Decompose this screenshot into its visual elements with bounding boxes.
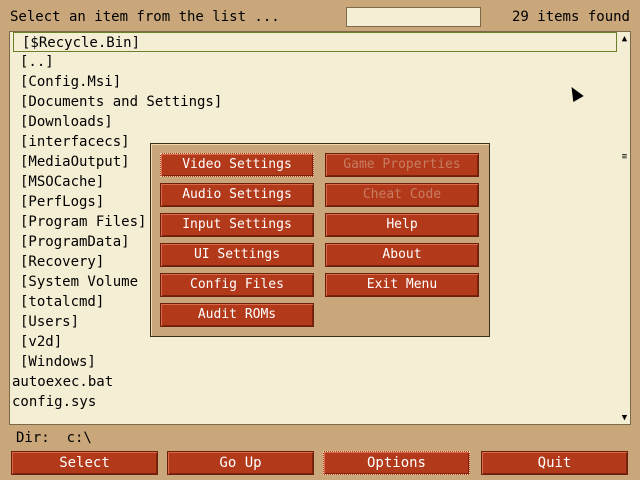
list-item[interactable]: [Users] xyxy=(20,312,79,332)
options-button[interactable]: Options xyxy=(323,451,470,475)
list-item[interactable]: [ProgramData] xyxy=(20,232,130,252)
about-button[interactable]: About xyxy=(325,243,479,267)
dir-path: c:\ xyxy=(66,430,92,446)
list-item[interactable]: [..] xyxy=(20,52,54,72)
config-files-button[interactable]: Config Files xyxy=(160,273,314,297)
select-button[interactable]: Select xyxy=(11,451,158,475)
ui-settings-button[interactable]: UI Settings xyxy=(160,243,314,267)
list-item[interactable]: autoexec.bat xyxy=(12,372,113,392)
current-directory: Dir: c:\ xyxy=(16,430,92,446)
list-item[interactable]: [MediaOutput] xyxy=(20,152,130,172)
list-item[interactable]: [totalcmd] xyxy=(20,292,104,312)
audit-roms-button[interactable]: Audit ROMs xyxy=(160,303,314,327)
video-settings-button[interactable]: Video Settings xyxy=(160,153,314,177)
list-item[interactable]: [Recovery] xyxy=(20,252,104,272)
quit-button[interactable]: Quit xyxy=(481,451,628,475)
list-item[interactable]: [v2d] xyxy=(20,332,62,352)
prompt-text: Select an item from the list ... xyxy=(10,9,280,25)
list-item[interactable]: [interfacecs] xyxy=(20,132,130,152)
list-scrollbar[interactable]: ▲ ≡ ▼ xyxy=(619,31,631,425)
search-input[interactable] xyxy=(346,7,481,27)
dir-label: Dir: xyxy=(16,430,50,446)
list-item[interactable]: config.sys xyxy=(12,392,96,412)
list-item[interactable]: [PerfLogs] xyxy=(20,192,104,212)
scroll-down-arrow-icon[interactable]: ▼ xyxy=(619,413,630,423)
header-bar: Select an item from the list ... 29 item… xyxy=(0,0,640,32)
list-item[interactable]: [Config.Msi] xyxy=(20,72,121,92)
list-item[interactable]: [Program Files] xyxy=(20,212,146,232)
list-item[interactable]: [$Recycle.Bin] xyxy=(13,32,617,52)
input-settings-button[interactable]: Input Settings xyxy=(160,213,314,237)
go-up-button[interactable]: Go Up xyxy=(167,451,314,475)
game-properties-button[interactable]: Game Properties xyxy=(325,153,479,177)
audio-settings-button[interactable]: Audio Settings xyxy=(160,183,314,207)
options-menu: Video Settings Audio Settings Input Sett… xyxy=(150,143,490,337)
cheat-code-button[interactable]: Cheat Code xyxy=(325,183,479,207)
item-count: 29 items found xyxy=(511,9,630,25)
list-item[interactable]: [Documents and Settings] xyxy=(20,92,222,112)
exit-menu-button[interactable]: Exit Menu xyxy=(325,273,479,297)
scroll-thumb[interactable]: ≡ xyxy=(620,153,629,162)
scroll-up-arrow-icon[interactable]: ▲ xyxy=(619,34,630,44)
list-item[interactable]: [Windows] xyxy=(20,352,96,372)
list-item[interactable]: [MSOCache] xyxy=(20,172,104,192)
help-button[interactable]: Help xyxy=(325,213,479,237)
list-item[interactable]: [System Volume xyxy=(20,272,138,292)
list-item[interactable]: [Downloads] xyxy=(20,112,113,132)
